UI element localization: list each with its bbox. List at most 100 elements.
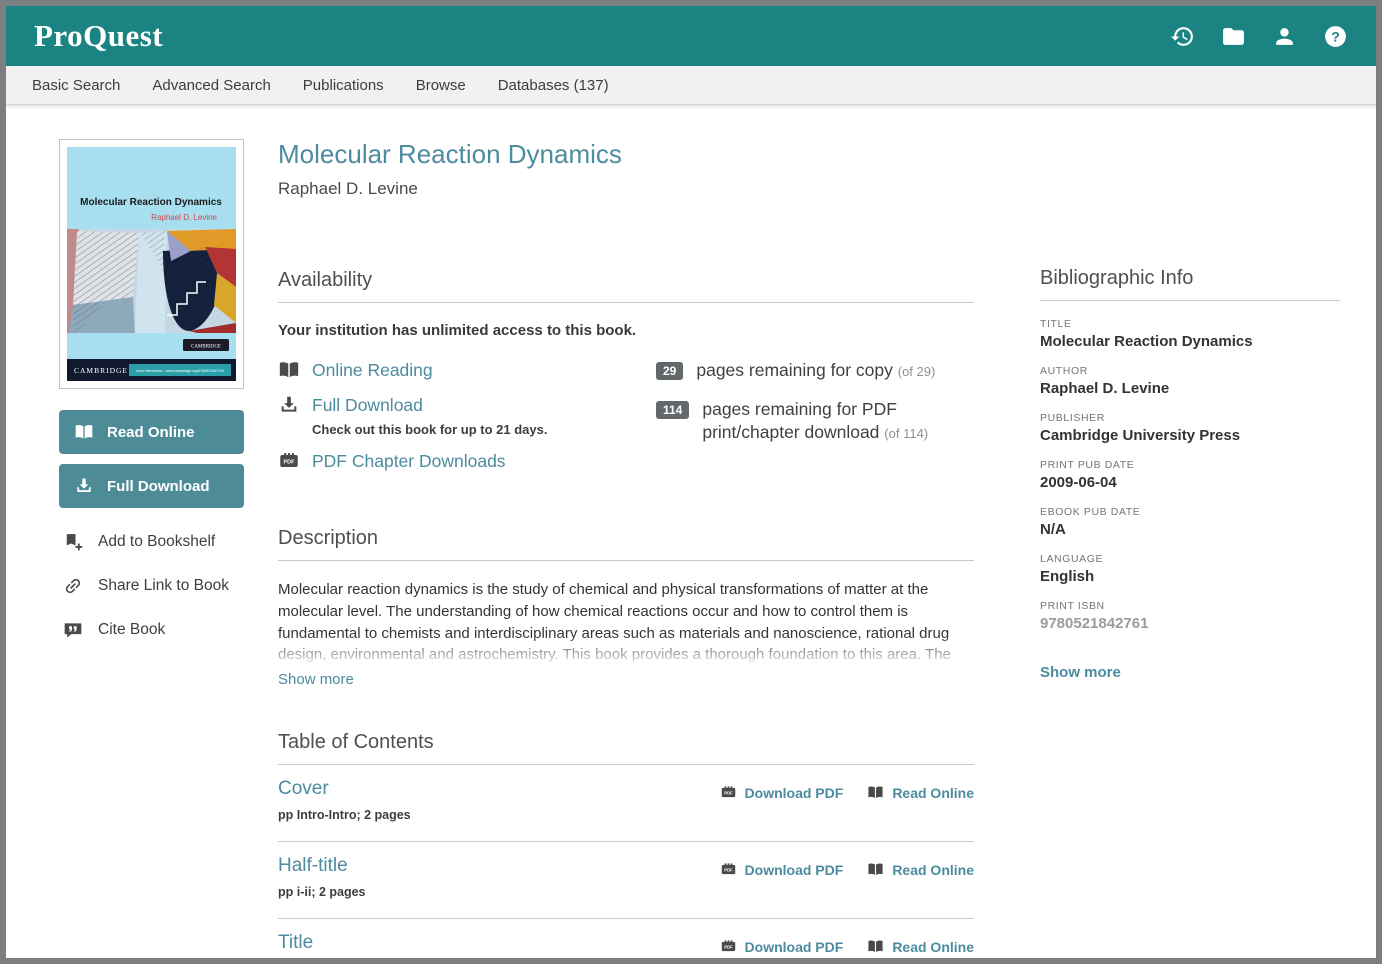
biblio-field-value: Raphael D. Levine bbox=[1040, 380, 1340, 397]
toc-row: Cover pp Intro-Intro; 2 pages Download P… bbox=[278, 765, 974, 842]
cite-icon bbox=[63, 620, 83, 640]
read-online-link[interactable]: Read Online bbox=[867, 784, 974, 801]
availability-links: Online Reading Full Download Check out t… bbox=[278, 359, 656, 485]
biblio-show-more[interactable]: Show more bbox=[1040, 664, 1121, 681]
description-text: Molecular reaction dynamics is the study… bbox=[278, 579, 974, 669]
help-icon[interactable] bbox=[1323, 24, 1348, 49]
history-icon[interactable] bbox=[1170, 24, 1195, 49]
account-icon[interactable] bbox=[1272, 24, 1297, 49]
page: ProQuest Basic Search Advanced Search Pu… bbox=[0, 0, 1382, 964]
online-reading-label: Online Reading bbox=[312, 360, 433, 381]
biblio-faded-label: EBOOK ISBN bbox=[1040, 647, 1340, 656]
page-title: Molecular Reaction Dynamics bbox=[278, 139, 974, 170]
download-pdf-label: Download PDF bbox=[745, 939, 844, 955]
copy-quota: 29 pages remaining for copy (of 29) bbox=[656, 359, 974, 383]
nav-publications[interactable]: Publications bbox=[303, 77, 384, 94]
read-online-button[interactable]: Read Online bbox=[59, 410, 244, 454]
copy-quota-badge: 29 bbox=[656, 362, 683, 380]
pdf-quota-badge: 114 bbox=[656, 401, 689, 419]
availability-heading: Availability bbox=[278, 269, 974, 303]
toc-row-info: Title pp iii-iii; 1 page bbox=[278, 932, 369, 964]
quotas: 29 pages remaining for copy (of 29) 114 … bbox=[656, 359, 974, 485]
nav-advanced-search[interactable]: Advanced Search bbox=[152, 77, 270, 94]
cover-artwork bbox=[67, 229, 236, 333]
main-column: Molecular Reaction Dynamics Raphael D. L… bbox=[278, 139, 974, 964]
book-icon bbox=[867, 938, 884, 955]
online-reading-link[interactable]: Online Reading bbox=[278, 359, 656, 381]
download-pdf-link[interactable]: Download PDF bbox=[720, 784, 844, 801]
book-icon bbox=[867, 861, 884, 878]
biblio-field-label: PRINT PUB DATE bbox=[1040, 459, 1340, 471]
download-icon bbox=[278, 394, 300, 416]
full-download-button-label: Full Download bbox=[107, 478, 210, 495]
proquest-logo[interactable]: ProQuest bbox=[34, 18, 163, 54]
toc-heading: Table of Contents bbox=[278, 731, 974, 765]
biblio-fields: TITLE Molecular Reaction Dynamics AUTHOR… bbox=[1040, 318, 1340, 656]
cover-footer-note: more information - www.cambridge.org/978… bbox=[136, 369, 225, 373]
toc-chapter-link[interactable]: Title bbox=[278, 932, 313, 953]
book-cover: Molecular Reaction Dynamics Raphael D. L… bbox=[59, 139, 244, 389]
download-icon bbox=[74, 476, 94, 496]
content: Molecular Reaction Dynamics Raphael D. L… bbox=[6, 105, 1376, 964]
pdf-quota-of: (of 114) bbox=[884, 426, 928, 441]
full-download-link[interactable]: Full Download bbox=[278, 394, 656, 416]
pdf-chapter-downloads-label: PDF Chapter Downloads bbox=[312, 451, 506, 472]
pdf-icon bbox=[720, 861, 737, 878]
toc-row-actions: Download PDF Read Online bbox=[720, 861, 974, 878]
biblio-field-label: TITLE bbox=[1040, 318, 1340, 330]
biblio-field-value: Cambridge University Press bbox=[1040, 427, 1340, 444]
biblio-heading: Bibliographic Info bbox=[1040, 267, 1340, 301]
toc-row-actions: Download PDF Read Online bbox=[720, 784, 974, 801]
book-cover-art: Molecular Reaction Dynamics Raphael D. L… bbox=[67, 147, 236, 381]
full-download-label: Full Download bbox=[312, 395, 423, 416]
left-sidebar: Molecular Reaction Dynamics Raphael D. L… bbox=[59, 139, 244, 640]
biblio-field-label: EBOOK PUB DATE bbox=[1040, 506, 1340, 518]
read-online-label: Read Online bbox=[892, 785, 974, 801]
pdf-icon bbox=[278, 450, 300, 472]
biblio-field-value: 2009-06-04 bbox=[1040, 474, 1340, 491]
toc-chapter-link[interactable]: Cover bbox=[278, 778, 329, 799]
link-icon bbox=[63, 576, 83, 596]
biblio-field-label: AUTHOR bbox=[1040, 365, 1340, 377]
bibliographic-info: Bibliographic Info TITLE Molecular React… bbox=[1040, 139, 1340, 682]
biblio-field-value: English bbox=[1040, 568, 1340, 585]
header-icons bbox=[1170, 24, 1348, 49]
folder-icon[interactable] bbox=[1221, 24, 1246, 49]
full-download-button[interactable]: Full Download bbox=[59, 464, 244, 508]
biblio-field-value: 9780521842761 bbox=[1040, 615, 1340, 632]
book-icon bbox=[867, 784, 884, 801]
pdf-quota-text: pages remaining for PDF print/chapter do… bbox=[702, 399, 897, 443]
read-online-label: Read Online bbox=[892, 862, 974, 878]
pdf-chapter-downloads-link[interactable]: PDF Chapter Downloads bbox=[278, 450, 656, 472]
nav-browse[interactable]: Browse bbox=[416, 77, 466, 94]
cover-title: Molecular Reaction Dynamics bbox=[80, 197, 222, 208]
toc-chapter-link[interactable]: Half-title bbox=[278, 855, 348, 876]
biblio-field-label: LANGUAGE bbox=[1040, 553, 1340, 565]
pdf-icon bbox=[720, 938, 737, 955]
description-show-more[interactable]: Show more bbox=[278, 671, 354, 688]
description-heading: Description bbox=[278, 527, 974, 561]
cite-book-link[interactable]: Cite Book bbox=[59, 620, 244, 640]
nav-basic-search[interactable]: Basic Search bbox=[32, 77, 120, 94]
share-link-label: Share Link to Book bbox=[98, 577, 229, 595]
book-icon bbox=[74, 422, 94, 442]
add-to-bookshelf-link[interactable]: Add to Bookshelf bbox=[59, 532, 244, 552]
download-pdf-label: Download PDF bbox=[745, 862, 844, 878]
add-bookshelf-icon bbox=[63, 532, 83, 552]
download-pdf-link[interactable]: Download PDF bbox=[720, 938, 844, 955]
copy-quota-of: (of 29) bbox=[898, 364, 936, 379]
toc-row-info: Cover pp Intro-Intro; 2 pages bbox=[278, 778, 411, 822]
access-text: Your institution has unlimited access to… bbox=[278, 322, 974, 339]
download-pdf-link[interactable]: Download PDF bbox=[720, 861, 844, 878]
toc-row-actions: Download PDF Read Online bbox=[720, 938, 974, 955]
checkout-note: Check out this book for up to 21 days. bbox=[312, 422, 656, 437]
toc-row: Title pp iii-iii; 1 page Download PDF Re… bbox=[278, 919, 974, 964]
read-online-link[interactable]: Read Online bbox=[867, 938, 974, 955]
cover-author: Raphael D. Levine bbox=[151, 213, 217, 222]
book-author: Raphael D. Levine bbox=[278, 179, 974, 199]
nav-databases[interactable]: Databases (137) bbox=[498, 77, 609, 94]
share-link-to-book-link[interactable]: Share Link to Book bbox=[59, 576, 244, 596]
biblio-field-label: PRINT ISBN bbox=[1040, 600, 1340, 612]
read-online-link[interactable]: Read Online bbox=[867, 861, 974, 878]
description-body: Molecular reaction dynamics is the study… bbox=[278, 579, 974, 669]
